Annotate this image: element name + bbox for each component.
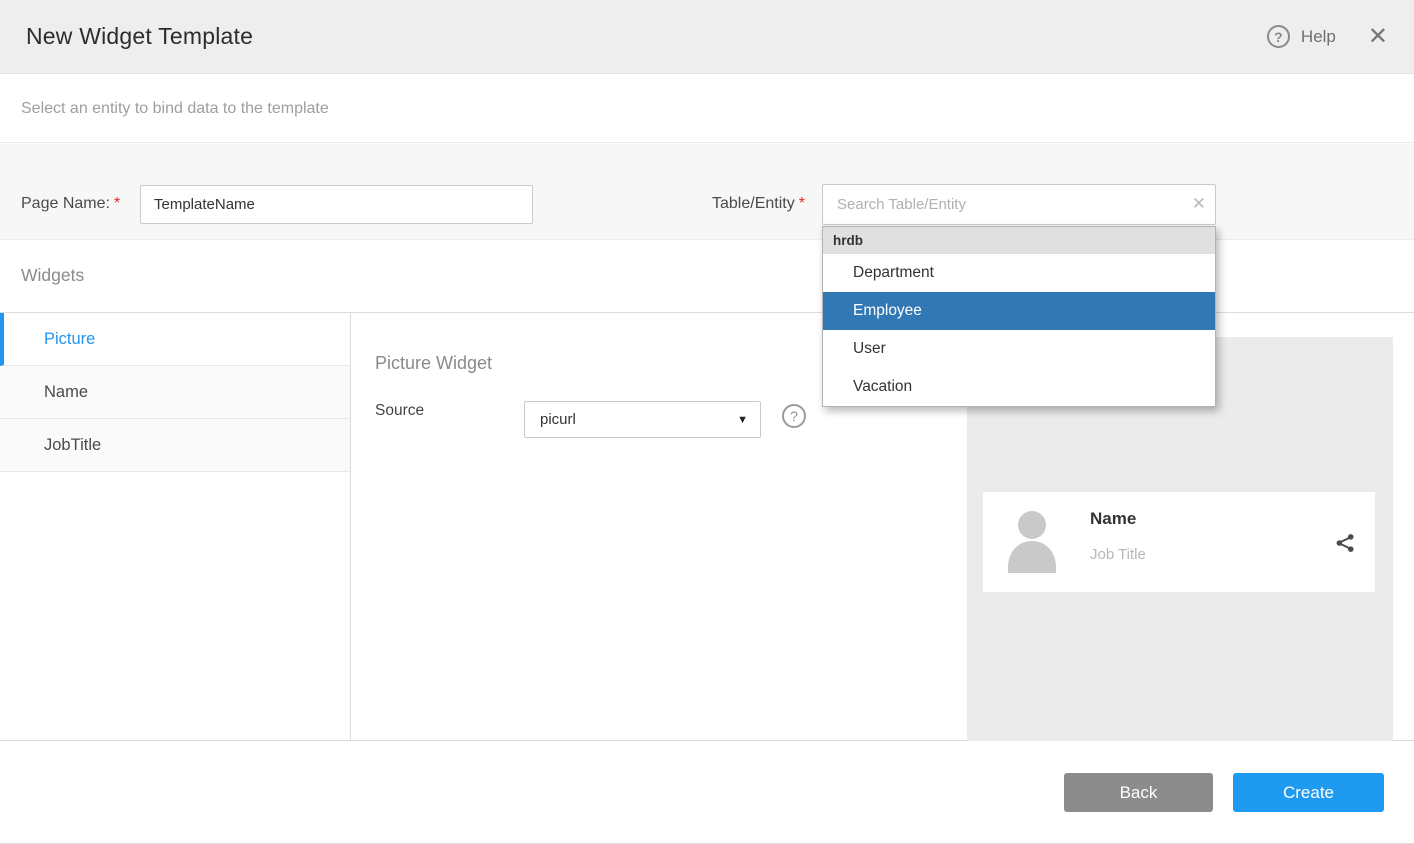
source-select-value: picurl [540, 411, 737, 428]
page-name-label: Page Name:* [21, 195, 120, 213]
avatar-icon [1006, 503, 1058, 575]
widgets-section-title: Widgets [21, 265, 84, 286]
required-marker: * [114, 195, 120, 212]
widget-tabs-sidebar: Picture Name JobTitle [0, 313, 351, 740]
preview-name-text: Name [1090, 509, 1136, 529]
tab-picture[interactable]: Picture [0, 313, 350, 366]
new-widget-template-dialog: New Widget Template ? Help ✕ Select an e… [0, 0, 1414, 844]
dropdown-item-department[interactable]: Department [823, 254, 1215, 292]
close-icon[interactable]: ✕ [1368, 25, 1388, 49]
clear-search-icon[interactable]: ✕ [1192, 195, 1206, 212]
table-entity-search: ✕ [822, 184, 1216, 225]
page-title: New Widget Template [26, 23, 253, 50]
tab-jobtitle[interactable]: JobTitle [0, 419, 350, 472]
table-entity-dropdown: hrdb Department Employee User Vacation [822, 226, 1216, 407]
table-entity-search-input[interactable] [822, 184, 1216, 225]
preview-card: Name Job Title [983, 492, 1375, 592]
help-icon[interactable]: ? [1267, 25, 1290, 48]
page-name-input[interactable] [140, 185, 533, 224]
dropdown-group-header: hrdb [823, 227, 1215, 254]
table-entity-label: Table/Entity* [712, 195, 805, 213]
source-label: Source [375, 402, 424, 420]
share-icon [1335, 532, 1356, 554]
source-help-icon[interactable]: ? [782, 404, 806, 428]
dialog-header: New Widget Template ? Help ✕ [0, 0, 1414, 74]
header-actions: ? Help ✕ [1267, 25, 1388, 49]
dropdown-item-vacation[interactable]: Vacation [823, 368, 1215, 406]
subtitle-text: Select an entity to bind data to the tem… [21, 100, 329, 118]
required-marker: * [799, 195, 805, 212]
dialog-footer: Back Create [0, 742, 1414, 843]
dropdown-item-user[interactable]: User [823, 330, 1215, 368]
preview-jobtitle-text: Job Title [1090, 546, 1146, 563]
widget-panel-title: Picture Widget [375, 353, 492, 374]
tab-name[interactable]: Name [0, 366, 350, 419]
dropdown-item-employee[interactable]: Employee [823, 292, 1215, 330]
source-select[interactable]: picurl ▼ [524, 401, 761, 438]
create-button[interactable]: Create [1233, 773, 1384, 812]
help-link[interactable]: Help [1301, 27, 1336, 47]
chevron-down-icon: ▼ [737, 414, 748, 426]
subtitle-bar: Select an entity to bind data to the tem… [0, 75, 1414, 143]
back-button[interactable]: Back [1064, 773, 1213, 812]
